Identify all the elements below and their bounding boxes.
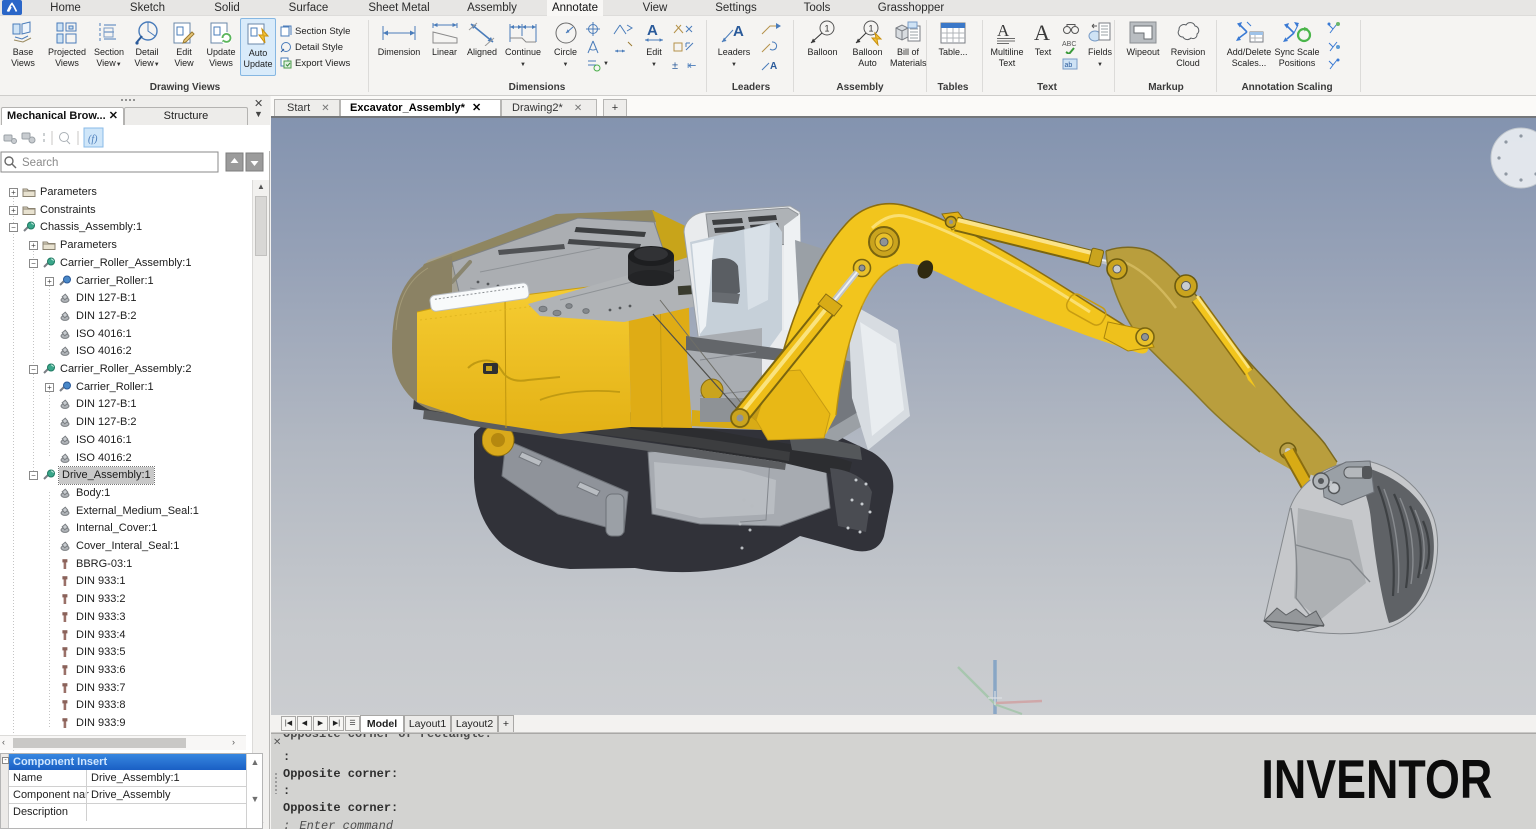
svg-text:A: A [1034, 20, 1050, 45]
svg-text:A: A [733, 23, 744, 40]
svg-text:1: 1 [868, 24, 873, 34]
svg-text:ab: ab [1065, 62, 1073, 69]
svg-text:A: A [997, 21, 1010, 40]
svg-text:Search: Search [22, 157, 58, 169]
svg-text:ABC: ABC [1062, 41, 1076, 48]
svg-text:A: A [770, 61, 777, 72]
svg-text:A: A [647, 22, 658, 39]
svg-text:(f): (f) [88, 134, 98, 145]
svg-text:1: 1 [824, 24, 829, 34]
